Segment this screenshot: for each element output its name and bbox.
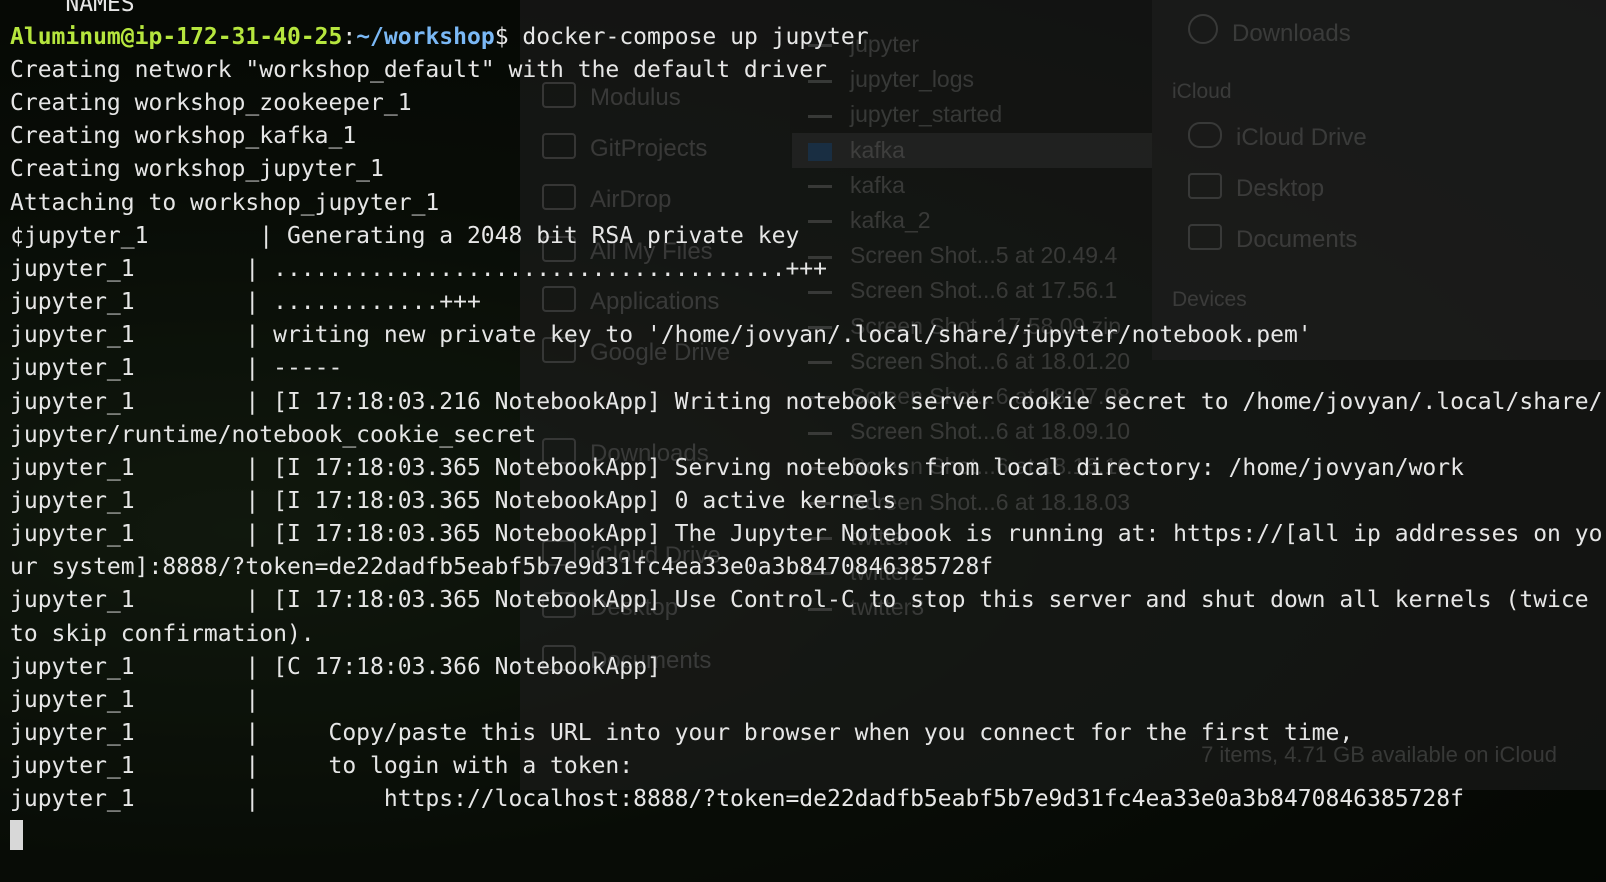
terminal-output-line: jupyter_1 | writing new private key to '…: [10, 322, 1312, 349]
terminal-output-line: jupyter_1 | [C 17:18:03.366 NotebookApp]: [10, 653, 661, 680]
terminal-output-line: jupyter_1 | to login with a token:: [10, 753, 634, 780]
terminal-output-line: jupyter_1 | Copy/paste this URL into you…: [10, 720, 1354, 746]
prompt-user-host: Aluminum@ip-172-31-40-25: [10, 24, 343, 50]
desktop-screen: Modulus GitProjects AirDrop All My Files…: [0, 0, 1606, 882]
terminal-output-line: jupyter_1 | https://localhost:8888/?toke…: [10, 786, 1464, 813]
terminal-prompt-line: Aluminum@ip-172-31-40-25:~/workshop$ doc…: [10, 24, 869, 50]
terminal-output-line: Creating workshop_kafka_1: [10, 123, 357, 150]
prompt-symbol: $: [494, 24, 509, 50]
terminal-output-line: to skip confirmation).: [10, 620, 315, 647]
terminal-output-line: jupyter_1 | [I 17:18:03.365 NotebookApp]…: [10, 587, 1589, 614]
terminal-output-line: jupyter/runtime/notebook_cookie_secret: [10, 421, 537, 448]
terminal-output-line: jupyter_1 |: [10, 686, 260, 713]
terminal-output-line: jupyter_1 | ............+++: [10, 289, 481, 316]
prompt-command: docker-compose up jupyter: [522, 24, 869, 50]
terminal-output-line: Attaching to workshop_jupyter_1: [10, 189, 440, 216]
terminal-cursor: [10, 820, 23, 850]
terminal-output-line: jupyter_1 | -----: [10, 355, 343, 382]
terminal-output-line: jupyter_1 | [I 17:18:03.216 NotebookApp]…: [10, 388, 1603, 415]
terminal-output-line: jupyter_1 | [I 17:18:03.365 NotebookApp]…: [10, 521, 1603, 548]
terminal-output-line: Creating workshop_zookeeper_1: [10, 90, 412, 117]
terminal-output-line: jupyter_1 | [I 17:18:03.365 NotebookApp]…: [10, 487, 897, 514]
terminal-partial-line: NAMES: [10, 0, 135, 17]
terminal-output-line: Creating workshop_jupyter_1: [10, 156, 384, 183]
prompt-path: ~/workshop: [356, 24, 495, 50]
terminal-output-line: ur system]:8888/?token=de22dadfb5eabf5b7…: [10, 554, 994, 581]
terminal-output-line: ¢jupyter_1 | Generating a 2048 bit RSA p…: [10, 222, 800, 249]
terminal-output-line: jupyter_1 | [I 17:18:03.365 NotebookApp]…: [10, 454, 1464, 481]
terminal-output-line: jupyter_1 | ............................…: [10, 255, 827, 282]
terminal-window[interactable]: NAMES Aluminum@ip-172-31-40-25:~/worksho…: [0, 0, 1606, 882]
terminal-output-line: Creating network "workshop_default" with…: [10, 57, 827, 83]
